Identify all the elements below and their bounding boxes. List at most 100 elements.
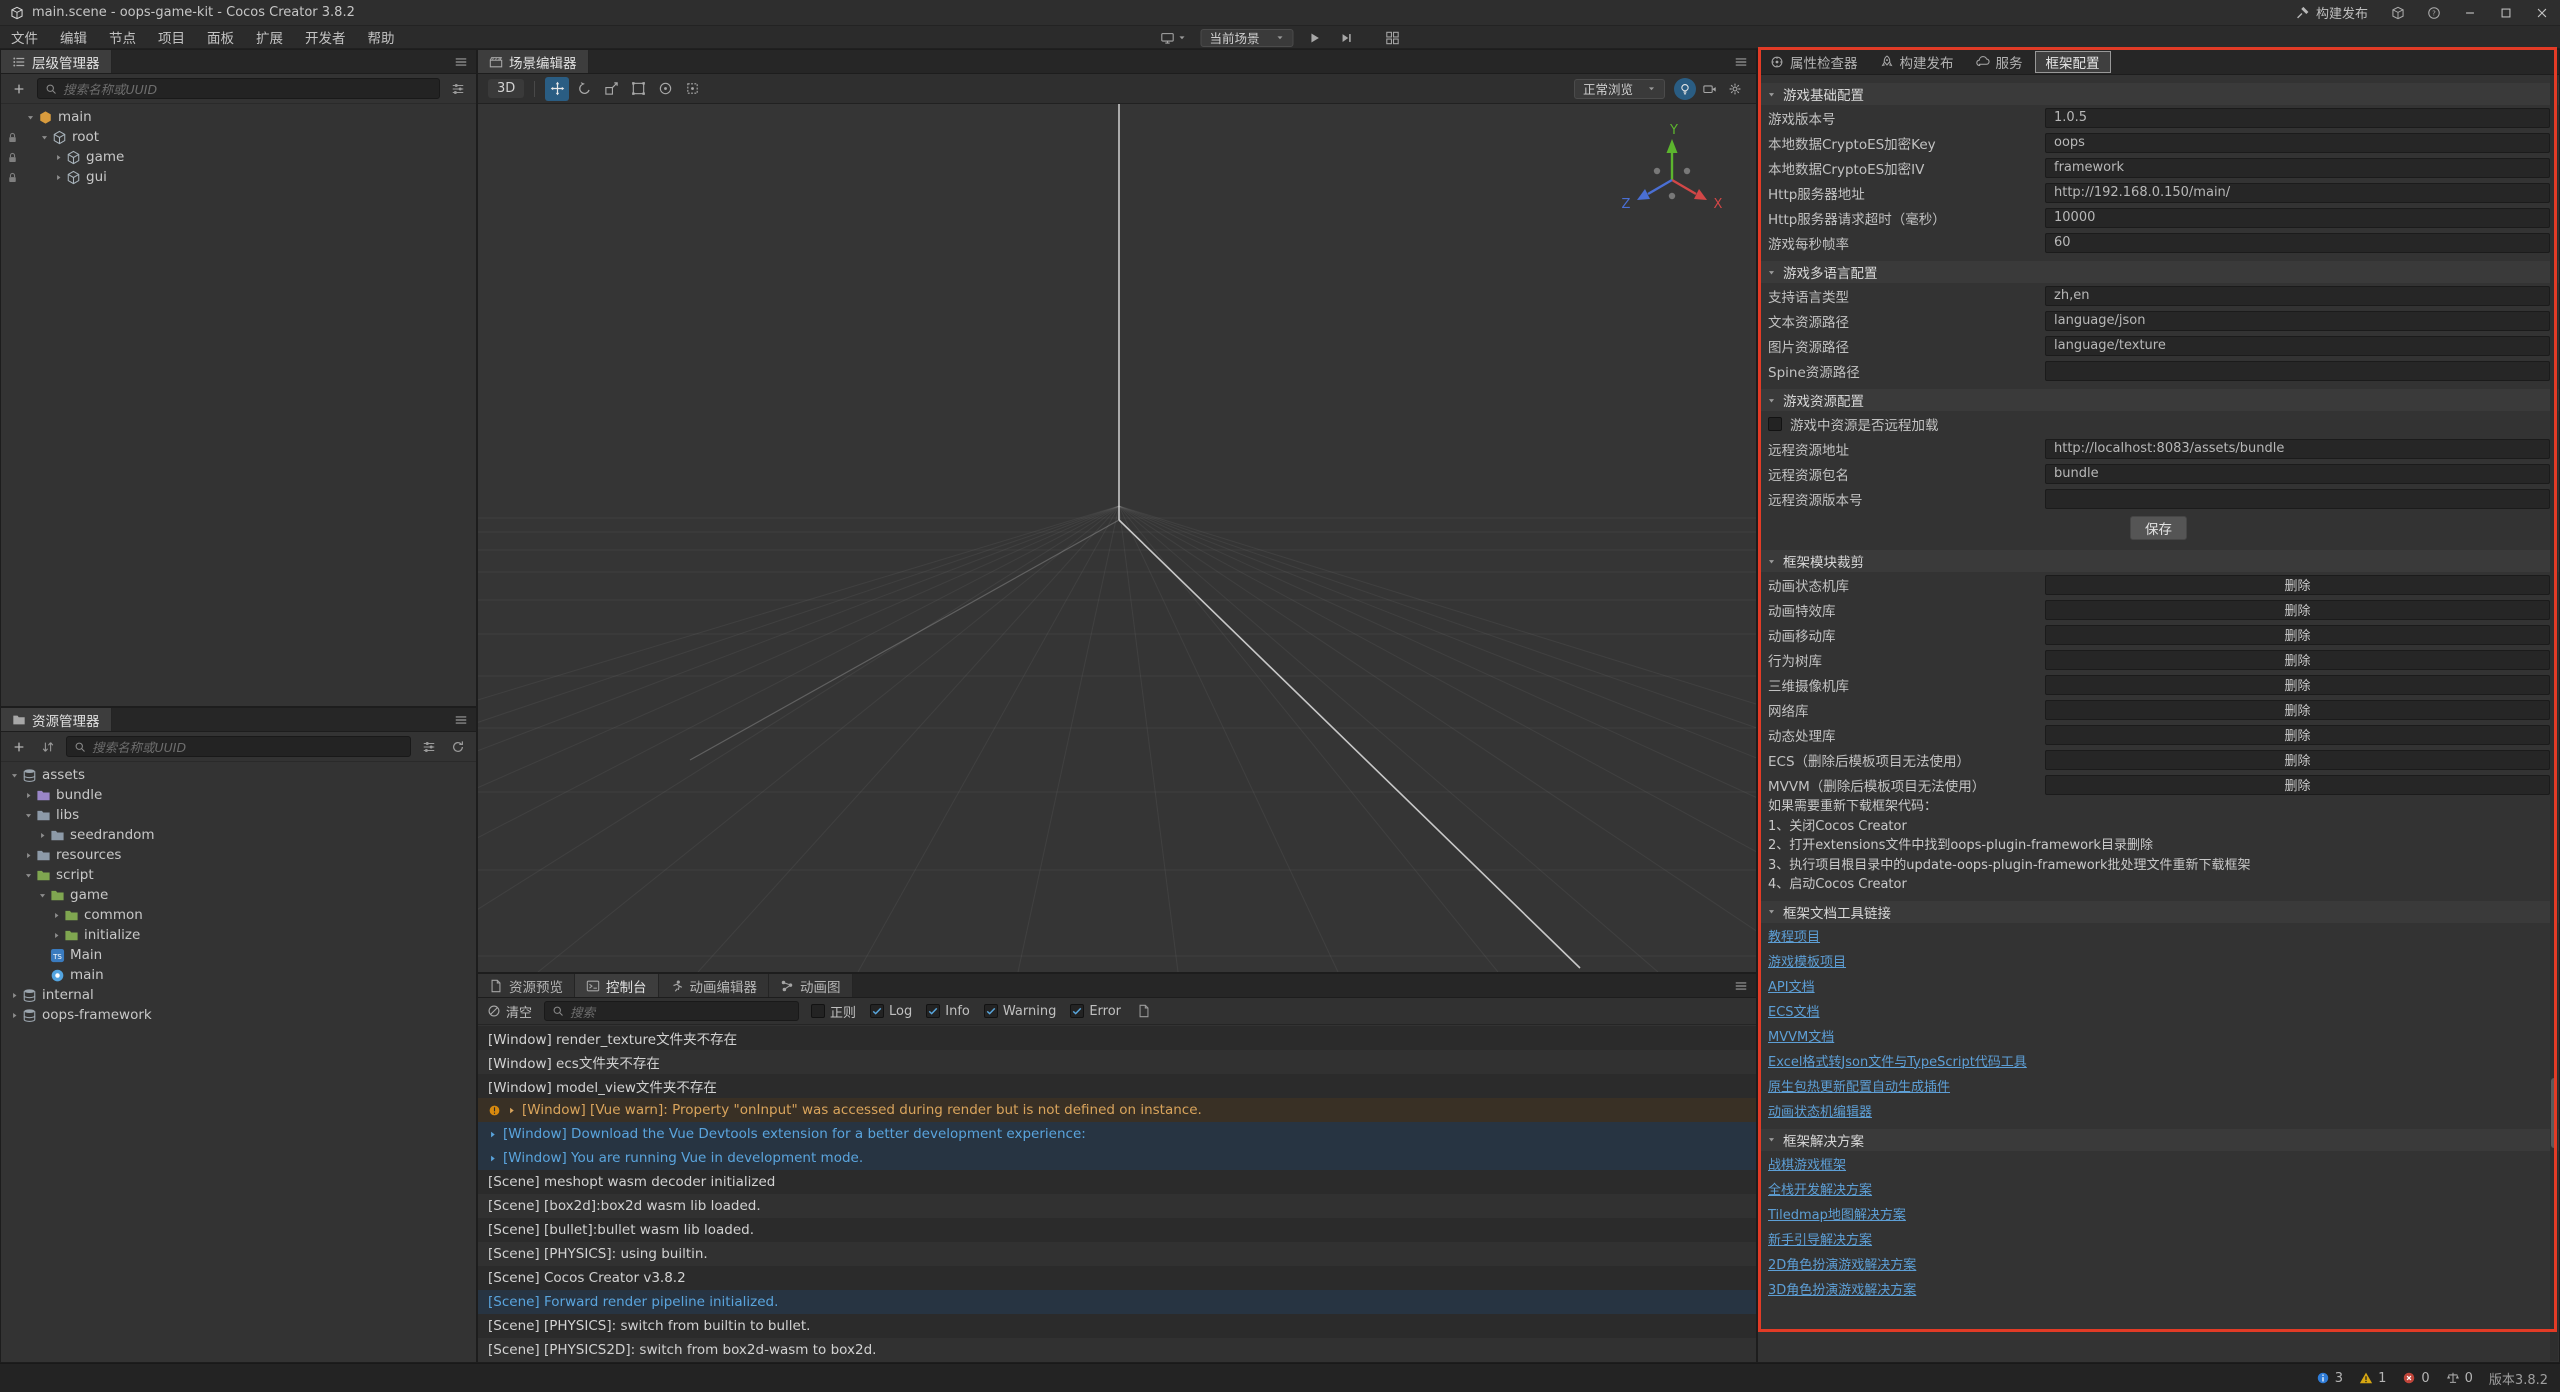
field-input[interactable] xyxy=(2045,439,2550,459)
menu-item-0[interactable]: 文件 xyxy=(0,26,49,48)
build-publish-button[interactable]: 构建发布 xyxy=(2284,0,2380,26)
collapse-arrow-icon[interactable] xyxy=(23,111,38,123)
expand-arrow-icon[interactable] xyxy=(7,1009,22,1021)
menu-item-1[interactable]: 编辑 xyxy=(49,26,98,48)
console-filter-Warning[interactable]: Warning xyxy=(984,1004,1056,1019)
tree-item-internal[interactable]: internal xyxy=(1,985,476,1005)
tree-item-main[interactable]: main xyxy=(1,965,476,985)
doc-link[interactable]: 原生包热更新配置自动生成插件 xyxy=(1768,1076,1950,1095)
play-button[interactable] xyxy=(1304,31,1326,45)
delete-button[interactable]: 删除 xyxy=(2284,775,2310,794)
tree-item-bundle[interactable]: bundle xyxy=(1,785,476,805)
refresh-assets-button[interactable] xyxy=(447,736,469,758)
step-button[interactable] xyxy=(1336,31,1358,45)
section-header[interactable]: 框架模块裁剪 xyxy=(1758,550,2559,572)
menu-item-5[interactable]: 扩展 xyxy=(245,26,294,48)
checkbox[interactable] xyxy=(811,1004,825,1018)
delete-button[interactable]: 删除 xyxy=(2284,675,2310,694)
checkbox[interactable] xyxy=(1768,417,1782,431)
expand-arrow-icon[interactable] xyxy=(7,989,22,1001)
sort-assets-button[interactable] xyxy=(37,736,59,758)
checkbox[interactable] xyxy=(984,1004,998,1018)
inspector-tab-属性检查器[interactable]: 属性检查器 xyxy=(1760,50,1868,74)
scene-light-toggle[interactable] xyxy=(1674,78,1696,100)
lock-icon[interactable] xyxy=(6,171,19,184)
panel-menu-button[interactable] xyxy=(1726,974,1756,997)
inspector-tab-构建发布[interactable]: 构建发布 xyxy=(1870,50,1964,74)
delete-button[interactable]: 删除 xyxy=(2284,600,2310,619)
lock-icon[interactable] xyxy=(6,131,19,144)
tree-item-common[interactable]: common xyxy=(1,905,476,925)
log-row[interactable]: [Scene] meshopt wasm decoder initialized xyxy=(478,1170,1756,1194)
tree-item-seedrandom[interactable]: seedrandom xyxy=(1,825,476,845)
field-input[interactable] xyxy=(2045,233,2550,253)
tab-动画编辑器[interactable]: 动画编辑器 xyxy=(659,974,770,997)
delete-button[interactable]: 删除 xyxy=(2284,750,2310,769)
create-node-button[interactable] xyxy=(8,78,30,100)
doc-link[interactable]: MVVM文档 xyxy=(1768,1026,1834,1045)
expand-arrow-icon[interactable] xyxy=(49,909,64,921)
log-row[interactable]: [Window] model_view文件夹不存在 xyxy=(478,1074,1756,1098)
open-log-file-button[interactable] xyxy=(1133,1000,1155,1022)
extension-store-button[interactable] xyxy=(2380,0,2416,26)
maximize-button[interactable] xyxy=(2488,0,2524,26)
doc-link[interactable]: 3D角色扮演游戏解决方案 xyxy=(1768,1279,1916,1298)
doc-link[interactable]: API文档 xyxy=(1768,976,1815,995)
gizmo-pivot-button[interactable] xyxy=(653,77,677,101)
doc-link[interactable]: 教程项目 xyxy=(1768,926,1820,945)
doc-link[interactable]: Tiledmap地图解决方案 xyxy=(1768,1204,1906,1223)
doc-link[interactable]: ECS文档 xyxy=(1768,1001,1820,1020)
orientation-gizmo[interactable]: Y X Z xyxy=(1584,118,1754,238)
help-button[interactable]: ? xyxy=(2416,0,2452,26)
expand-arrow-icon[interactable] xyxy=(21,789,36,801)
collapse-arrow-icon[interactable] xyxy=(21,869,36,881)
menu-item-3[interactable]: 项目 xyxy=(147,26,196,48)
field-input[interactable] xyxy=(2045,311,2550,331)
inspector-tab-框架配置[interactable]: 框架配置 xyxy=(2035,51,2111,73)
expand-arrow-icon[interactable] xyxy=(35,829,50,841)
menu-item-2[interactable]: 节点 xyxy=(98,26,147,48)
collapse-arrow-icon[interactable] xyxy=(21,809,36,821)
collapse-arrow-icon[interactable] xyxy=(35,889,50,901)
delete-button[interactable]: 删除 xyxy=(2284,650,2310,669)
hierarchy-filter-button[interactable] xyxy=(447,78,469,100)
rect-tool-button[interactable] xyxy=(626,77,650,101)
view-mode-dropdown[interactable]: 正常浏览 xyxy=(1574,79,1665,99)
log-row[interactable]: [Window] Download the Vue Devtools exten… xyxy=(478,1122,1756,1146)
doc-link[interactable]: 全栈开发解决方案 xyxy=(1768,1179,1872,1198)
field-input[interactable] xyxy=(2045,133,2550,153)
field-input[interactable] xyxy=(2045,464,2550,484)
tree-item-oops-framework[interactable]: oops-framework xyxy=(1,1005,476,1025)
expand-chevron-icon[interactable] xyxy=(488,1130,497,1139)
tab-hierarchy[interactable]: 层级管理器 xyxy=(1,50,112,73)
log-row[interactable]: [Window] ecs文件夹不存在 xyxy=(478,1050,1756,1074)
section-header[interactable]: 游戏多语言配置 xyxy=(1758,261,2559,283)
field-input[interactable] xyxy=(2045,183,2550,203)
log-row[interactable]: [Scene] [box2d]:box2d wasm lib loaded. xyxy=(478,1194,1756,1218)
field-input[interactable] xyxy=(2045,336,2550,356)
lock-icon[interactable] xyxy=(6,151,19,164)
log-row[interactable]: [Window] render_texture文件夹不存在 xyxy=(478,1026,1756,1050)
console-filter-正则[interactable]: 正则 xyxy=(811,1002,856,1021)
field-input[interactable] xyxy=(2045,208,2550,228)
scene-settings-button[interactable] xyxy=(1724,78,1746,100)
panel-menu-button[interactable] xyxy=(1726,50,1756,73)
inspector-scrollbar[interactable] xyxy=(2550,75,2558,1361)
checkbox[interactable] xyxy=(1070,1004,1084,1018)
doc-link[interactable]: 2D角色扮演游戏解决方案 xyxy=(1768,1254,1916,1273)
log-row[interactable]: [Scene] [PHYSICS]: using builtin. xyxy=(478,1242,1756,1266)
tree-item-gui[interactable]: gui xyxy=(1,167,476,187)
tab-控制台[interactable]: 控制台 xyxy=(575,974,659,997)
tree-item-libs[interactable]: libs xyxy=(1,805,476,825)
section-header[interactable]: 游戏资源配置 xyxy=(1758,389,2559,411)
preview-platform-button[interactable] xyxy=(1156,31,1190,45)
error-count-badge[interactable]: 0 xyxy=(2402,1371,2429,1386)
section-collapse-icon[interactable] xyxy=(1767,396,1776,405)
gizmo-space-button[interactable] xyxy=(680,77,704,101)
checkbox[interactable] xyxy=(926,1004,940,1018)
section-header[interactable]: 框架文档工具链接 xyxy=(1758,901,2559,923)
delete-button[interactable]: 删除 xyxy=(2284,575,2310,594)
doc-link[interactable]: 战棋游戏框架 xyxy=(1768,1154,1846,1173)
expand-arrow-icon[interactable] xyxy=(51,171,66,183)
tree-item-main[interactable]: TSMain xyxy=(1,945,476,965)
